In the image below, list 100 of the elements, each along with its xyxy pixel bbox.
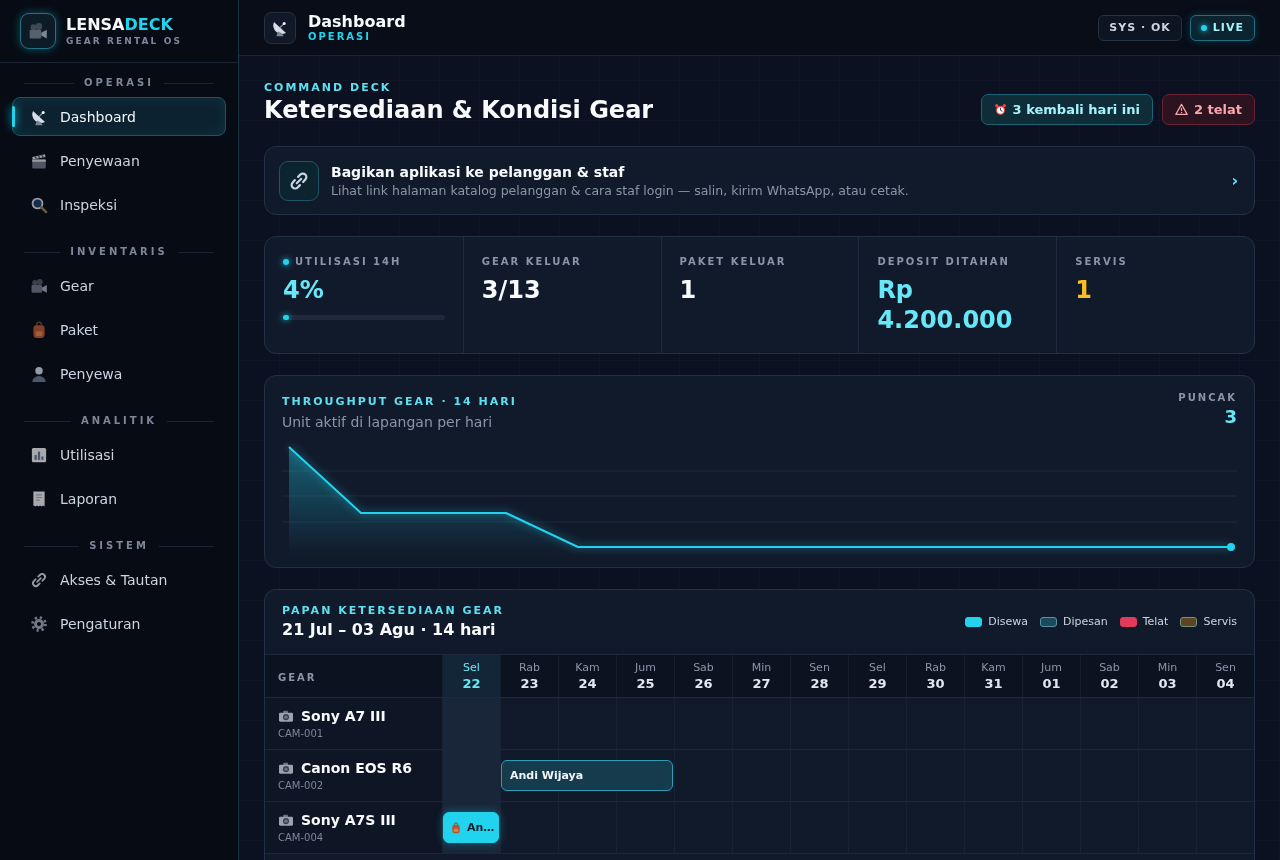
date-label: 30 — [926, 676, 945, 692]
weekday-label: Sen — [1215, 661, 1236, 675]
backpack-icon — [30, 320, 48, 339]
nav-item[interactable]: Laporan — [12, 479, 226, 518]
share-app-banner[interactable]: Bagikan aplikasi ke pelanggan & staf Lihat link halaman katalog pelanggan & cara staf login — salin, kirim WhatsApp, atau cetak. › — [264, 146, 1255, 215]
weekday-label: Kam — [981, 661, 1006, 675]
legend-label: Dipesan — [1062, 615, 1108, 629]
date-label: 28 — [810, 676, 829, 692]
stat-value: 3/13 — [481, 275, 541, 305]
live-label: LIVE — [1212, 21, 1244, 34]
late-alert-chip[interactable]: 2 telat — [1161, 94, 1255, 125]
chevron: › — [1231, 172, 1238, 190]
date-label: 31 — [984, 676, 1003, 692]
board-date-range: 21 Jul – 03 Agu · 14 hari — [282, 620, 496, 640]
weekday-label: Kam — [575, 661, 600, 675]
legend-label: Servis — [1203, 615, 1237, 629]
system-status: SYS · OK — [1098, 14, 1182, 41]
camera-icon — [278, 812, 294, 828]
board-title: PAPAN KETERSEDIAAN GEAR — [282, 604, 504, 618]
weekday-label: Jum — [1041, 661, 1062, 675]
nav-item[interactable]: Dashboard — [12, 97, 226, 136]
legend-label: Disewa — [988, 615, 1028, 629]
gear-name: Sony A7 III — [301, 707, 386, 725]
date-label: 27 — [752, 676, 771, 692]
date-label: 02 — [1100, 676, 1119, 692]
stat-value: 1 — [1075, 275, 1092, 305]
section-heading: ANALITIK — [80, 415, 158, 427]
weekday-label: Sab — [1099, 661, 1120, 675]
stat-label: SERVIS — [1075, 255, 1128, 269]
date-label: 29 — [868, 676, 887, 692]
weekday-label: Sen — [809, 661, 830, 675]
settings-icon — [30, 614, 48, 633]
camera-icon — [278, 760, 294, 776]
nav-item[interactable]: Gear — [12, 266, 226, 305]
peak-value: 3 — [1224, 406, 1237, 428]
brand-tagline: GEAR RENTAL OS — [66, 35, 182, 47]
stat-label: PAKET KELUAR — [679, 255, 787, 269]
weekday-label: Sel — [869, 661, 886, 675]
stat-value: Rp 4.200.000 — [877, 275, 1014, 335]
camera-icon — [278, 708, 294, 724]
date-label: 04 — [1216, 676, 1235, 692]
weekday-label: Sab — [693, 661, 714, 675]
backpack-icon — [450, 821, 462, 834]
link-icon — [279, 161, 319, 201]
stat-label: UTILISASI 14H — [295, 255, 402, 269]
legend-label: Telat — [1142, 615, 1169, 629]
warning-icon — [1174, 103, 1188, 116]
dashboard-heading: Ketersediaan & Kondisi Gear — [264, 95, 654, 125]
stat-value: 1 — [679, 275, 697, 305]
satellite-dish-icon — [264, 11, 296, 44]
date-label: 01 — [1042, 676, 1061, 692]
date-label: 23 — [520, 676, 539, 692]
nav-item[interactable]: Penyewaan — [12, 141, 226, 180]
date-label: 22 — [462, 676, 481, 692]
nav-item[interactable]: Akses & Tautan — [12, 560, 226, 599]
section-heading: OPERASI — [84, 77, 154, 89]
date-label: 24 — [578, 676, 597, 692]
column-heading: GEAR — [278, 672, 317, 683]
weekday-label: Min — [751, 661, 772, 675]
receipt-icon — [30, 489, 48, 508]
alarm-clock-icon — [993, 103, 1007, 116]
weekday-label: Jum — [635, 661, 656, 675]
page-title: Dashboard — [308, 12, 406, 31]
nav-item[interactable]: Paket — [12, 310, 226, 349]
bar-chart-icon — [30, 445, 48, 464]
date-label: 26 — [694, 676, 713, 692]
banner-title: Bagikan aplikasi ke pelanggan & staf — [331, 163, 625, 181]
gear-name: Canon EOS R6 — [301, 759, 413, 777]
link-icon — [30, 570, 48, 589]
movie-camera-icon — [30, 276, 48, 295]
nav-item[interactable]: Inspeksi — [12, 185, 226, 224]
banner-description: Lihat link halaman katalog pelanggan & cara staf login — salin, kirim WhatsApp, atau cetak. — [331, 182, 909, 199]
weekday-label: Sel — [463, 661, 480, 675]
gear-code: CAM-001 — [278, 726, 324, 740]
gear-code: CAM-004 — [278, 830, 324, 844]
person-icon — [30, 364, 48, 383]
weekday-label: Rab — [518, 661, 541, 675]
stat-value: 4% — [283, 275, 324, 305]
date-label: 25 — [636, 676, 655, 692]
weekday-label: Min — [1157, 661, 1178, 675]
chart-subtitle: Unit aktif di lapangan per hari — [282, 413, 493, 431]
returns-alert-chip[interactable]: 3 kembali hari ini — [980, 94, 1153, 125]
weekday-label: Rab — [924, 661, 947, 675]
live-dot-icon — [1200, 24, 1207, 31]
date-label: 03 — [1158, 676, 1177, 692]
movie-camera-icon — [20, 13, 56, 49]
booking-bar[interactable]: An… — [443, 812, 499, 843]
page-section-label: OPERASI — [308, 31, 372, 43]
stat-label: DEPOSIT DITAHAN — [877, 255, 1010, 269]
brand-name: LENSADECK — [66, 15, 173, 34]
booking-bar[interactable]: Andi Wijaya — [501, 760, 673, 791]
search-icon — [30, 195, 48, 214]
nav-item[interactable]: Utilisasi — [12, 435, 226, 474]
peak-label: PUNCAK — [1178, 392, 1237, 404]
chart-title: THROUGHPUT GEAR · 14 HARI — [282, 395, 517, 409]
gear-code: CAM-002 — [278, 778, 324, 792]
nav-item[interactable]: Pengaturan — [12, 604, 226, 643]
section-heading: INVENTARIS — [70, 246, 168, 258]
eyebrow-label: COMMAND DECK — [264, 81, 392, 95]
nav-item[interactable]: Penyewa — [12, 354, 226, 393]
